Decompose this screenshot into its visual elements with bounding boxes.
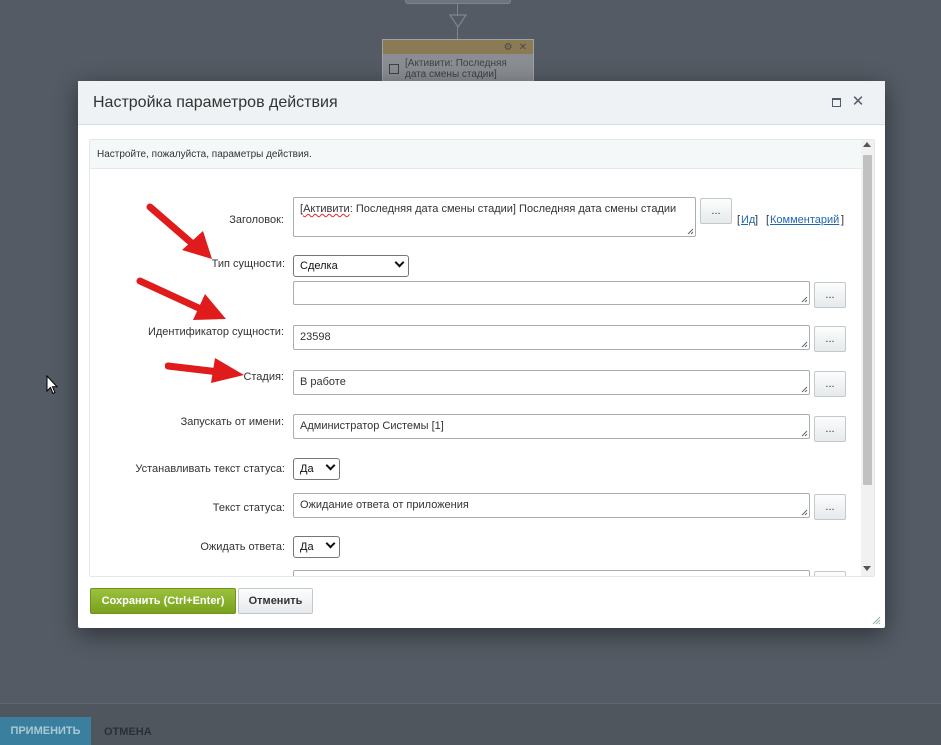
stage-insert-button[interactable]: ... bbox=[814, 371, 846, 397]
title-field-value: : Последняя дата смены стадии] Последняя… bbox=[349, 203, 677, 215]
annotation-arrow-icon bbox=[165, 358, 244, 383]
action-settings-dialog: Настройка параметров действия ✕ Настройт… bbox=[78, 81, 885, 628]
scroll-up-icon[interactable] bbox=[863, 142, 871, 147]
resize-grip-icon[interactable] bbox=[801, 430, 808, 437]
annotation-arrow-icon bbox=[136, 277, 226, 320]
entity-id-label: Идентификатор сущности: bbox=[147, 326, 284, 338]
resize-grip-icon[interactable] bbox=[801, 296, 808, 303]
resize-grip-icon[interactable] bbox=[801, 509, 808, 516]
scroll-down-icon[interactable] bbox=[863, 566, 871, 571]
scrollbar-thumb[interactable] bbox=[863, 155, 872, 485]
wait-response-select[interactable]: Да bbox=[293, 536, 340, 558]
designer-arrow-icon bbox=[449, 14, 467, 28]
entity-type-extra-field[interactable] bbox=[293, 281, 810, 305]
cancel-button[interactable]: Отменить bbox=[238, 588, 313, 614]
status-text-insert-button[interactable]: ... bbox=[814, 494, 846, 520]
run-as-label: Запускать от имени: bbox=[180, 416, 284, 428]
next-field[interactable] bbox=[293, 570, 810, 576]
run-as-insert-button[interactable]: ... bbox=[814, 416, 846, 442]
close-icon[interactable]: ✕ bbox=[519, 42, 527, 53]
activity-icon bbox=[389, 64, 399, 74]
next-insert-button[interactable] bbox=[814, 571, 846, 576]
save-button[interactable]: Сохранить (Ctrl+Enter) bbox=[90, 588, 236, 614]
entity-type-select[interactable]: Сделка bbox=[293, 255, 409, 277]
entity-id-field[interactable]: 23598 bbox=[293, 325, 810, 350]
wait-response-label: Ожидать ответа: bbox=[200, 541, 285, 553]
chevron-down-icon bbox=[325, 538, 336, 549]
chevron-down-icon bbox=[394, 257, 405, 268]
dialog-header: Настройка параметров действия ✕ bbox=[78, 81, 885, 125]
designer-activity-block[interactable]: ⚙ ✕ [Активити: Последняя дата смены стад… bbox=[382, 39, 534, 91]
entity-type-value: Сделка bbox=[300, 260, 338, 272]
gear-icon[interactable]: ⚙ bbox=[504, 42, 513, 53]
chevron-down-icon bbox=[325, 460, 336, 471]
cancel-link[interactable]: ОТМЕНА bbox=[104, 726, 152, 738]
designer-block-top bbox=[405, 0, 511, 4]
set-status-select[interactable]: Да bbox=[293, 458, 340, 480]
title-field-word: Активити bbox=[303, 203, 350, 215]
apply-button[interactable]: ПРИМЕНИТЬ bbox=[0, 717, 91, 745]
maximize-icon[interactable] bbox=[832, 98, 841, 107]
title-insert-button[interactable]: ... bbox=[700, 198, 732, 224]
entity-id-insert-button[interactable]: ... bbox=[814, 326, 846, 352]
resize-grip-icon[interactable] bbox=[801, 386, 808, 393]
dialog-title: Настройка параметров действия bbox=[93, 93, 338, 111]
stage-field[interactable]: В работе bbox=[293, 370, 810, 395]
comment-link[interactable]: Комментарий bbox=[770, 214, 839, 226]
designer-block-header: ⚙ ✕ bbox=[383, 40, 533, 54]
designer-connector bbox=[457, 27, 458, 39]
close-icon[interactable]: ✕ bbox=[851, 94, 865, 110]
designer-bottom-bar bbox=[0, 703, 941, 745]
id-link[interactable]: Ид bbox=[741, 214, 755, 226]
status-text-label: Текст статуса: bbox=[212, 502, 285, 514]
resize-grip-icon[interactable] bbox=[872, 616, 881, 625]
title-field[interactable]: [Активити: Последняя дата смены стадии] … bbox=[293, 197, 696, 237]
resize-grip-icon[interactable] bbox=[801, 341, 808, 348]
status-text-field[interactable]: Ожидание ответа от приложения bbox=[293, 493, 810, 518]
set-status-label: Устанавливать текст статуса: bbox=[135, 463, 285, 475]
dialog-body: Настройте, пожалуйста, параметры действи… bbox=[89, 139, 875, 577]
resize-grip-icon[interactable] bbox=[687, 228, 694, 235]
annotation-arrow-icon bbox=[146, 203, 212, 259]
dialog-intro-text: Настройте, пожалуйста, параметры действи… bbox=[90, 140, 874, 169]
dialog-footer: Сохранить (Ctrl+Enter) Отменить bbox=[78, 579, 885, 628]
mouse-cursor-icon bbox=[46, 375, 58, 395]
entity-type-insert-button[interactable]: ... bbox=[814, 282, 846, 308]
run-as-field[interactable]: Администратор Системы [1] bbox=[293, 414, 810, 439]
vertical-scrollbar[interactable] bbox=[861, 140, 874, 576]
